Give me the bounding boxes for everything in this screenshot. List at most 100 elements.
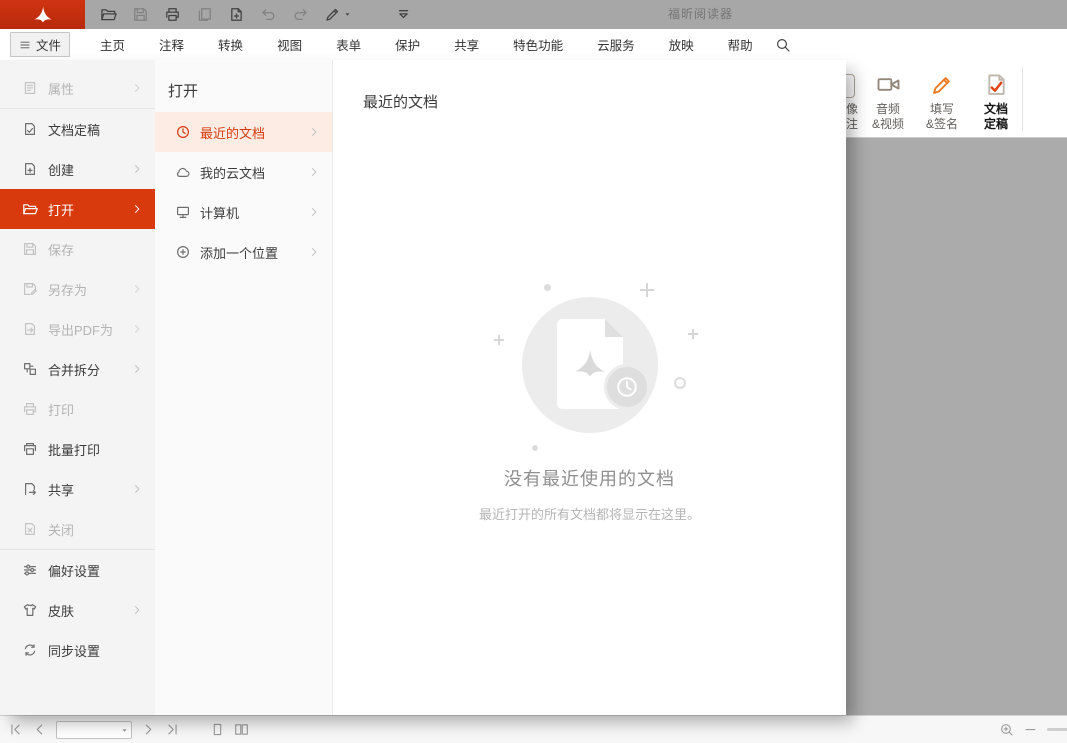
ribbon-partial-label-line2: 注 [846, 117, 858, 132]
ribbon-label: &视频 [872, 117, 904, 132]
decoration-dot-icon [532, 445, 538, 451]
preferences-icon [22, 562, 38, 578]
file-menu-item-label: 偏好设置 [48, 561, 100, 580]
title-bar: 福昕阅读器 [0, 0, 1067, 29]
menu-tab-1[interactable]: 注释 [159, 35, 184, 54]
cloud-icon [175, 164, 191, 180]
menu-tabs: 主页 注释 转换 视图 表单 保护 共享 特色功能 云服务 放映 帮助 [100, 35, 753, 54]
foxit-logo[interactable] [0, 0, 85, 29]
file-menu-item-label: 批量打印 [48, 440, 100, 459]
open-panel-item-label: 添加一个位置 [200, 243, 278, 262]
video-icon [876, 72, 901, 97]
prev-page-icon [32, 722, 47, 737]
hand-signature-button[interactable] [324, 6, 352, 23]
file-menu-item-12: 关闭 [0, 509, 155, 549]
file-menu-item-16[interactable]: 同步设置 [0, 630, 155, 670]
ribbon-item-audio-video[interactable]: 音频&视频 [862, 72, 914, 132]
file-menu-item-label: 打印 [48, 400, 74, 419]
menu-tab-3[interactable]: 视图 [277, 35, 302, 54]
menu-tab-9[interactable]: 放映 [669, 35, 694, 54]
chevron-right-icon [308, 126, 320, 138]
open-file-button[interactable] [100, 6, 117, 23]
facing-page-view-button[interactable] [234, 722, 249, 737]
file-menu-item-label: 皮肤 [48, 601, 74, 620]
ribbon-label: 音频 [872, 102, 904, 117]
zoom-out-button[interactable] [1023, 722, 1038, 737]
undo-button [260, 6, 277, 23]
hamburger-icon [19, 39, 31, 51]
chevron-right-icon [131, 283, 143, 295]
customize-quick-access-button[interactable] [395, 6, 412, 23]
decoration-plus-icon [688, 329, 698, 339]
file-menu-item-10[interactable]: 批量打印 [0, 429, 155, 469]
open-panel-item-3[interactable]: 添加一个位置 [155, 232, 332, 272]
caret-down-icon [343, 10, 352, 19]
file-menu-item-15[interactable]: 皮肤 [0, 590, 155, 630]
open-panel-item-1[interactable]: 我的云文档 [155, 152, 332, 192]
redo-button [292, 6, 309, 23]
recent-clock-badge [604, 364, 650, 410]
file-menu-item-label: 关闭 [48, 520, 74, 539]
open-panel-item-label: 最近的文档 [200, 123, 265, 142]
open-panel-item-0[interactable]: 最近的文档 [155, 112, 332, 152]
file-menu-button[interactable]: 文件 [10, 32, 70, 57]
next-page-button[interactable] [141, 722, 156, 737]
pages-icon [196, 6, 213, 23]
menu-tab-2[interactable]: 转换 [218, 35, 243, 54]
properties-icon [22, 80, 38, 96]
open-panel-item-2[interactable]: 计算机 [155, 192, 332, 232]
save-as-icon [22, 281, 38, 297]
print-button[interactable] [164, 6, 181, 23]
new-document-button[interactable] [228, 6, 245, 23]
file-menu-item-label: 同步设置 [48, 641, 100, 660]
menu-tab-4[interactable]: 表单 [336, 35, 361, 54]
last-page-button[interactable] [165, 722, 180, 737]
chevron-right-icon [131, 604, 143, 616]
ribbon-label: 填写 [926, 102, 958, 117]
file-menu-button-label: 文件 [36, 35, 61, 54]
file-menu-item-3[interactable]: 创建 [0, 149, 155, 189]
file-menu-item-label: 合并拆分 [48, 360, 100, 379]
marquee-zoom-button[interactable] [999, 722, 1014, 737]
menu-tab-0[interactable]: 主页 [100, 35, 125, 54]
chevron-right-icon [308, 246, 320, 258]
ribbon-label: 定稿 [984, 117, 1008, 132]
file-menu-item-8[interactable]: 合并拆分 [0, 349, 155, 389]
file-menu-item-5: 保存 [0, 229, 155, 269]
first-page-button[interactable] [8, 722, 23, 737]
bird-icon [32, 5, 54, 25]
menu-tab-6[interactable]: 共享 [454, 35, 479, 54]
ribbon-item-doc-finalize[interactable]: 文档定稿 [970, 72, 1022, 132]
clock-icon [175, 124, 191, 140]
menu-tab-7[interactable]: 特色功能 [513, 35, 563, 54]
zoom-slider[interactable] [1047, 728, 1067, 731]
decoration-plus-icon [494, 335, 504, 345]
chevron-right-icon [131, 483, 143, 495]
file-menu-item-label: 导出PDF为 [48, 320, 113, 339]
save-button [132, 6, 149, 23]
file-menu-item-label: 创建 [48, 160, 74, 179]
page-single-icon [210, 722, 225, 737]
menu-tab-8[interactable]: 云服务 [597, 35, 635, 54]
file-menu-item-4[interactable]: 打开 [0, 189, 155, 229]
menu-tab-10[interactable]: 帮助 [728, 35, 753, 54]
ribbon-item-fill-sign[interactable]: 填写&签名 [916, 72, 968, 132]
prev-page-button[interactable] [32, 722, 47, 737]
file-menu-item-14[interactable]: 偏好设置 [0, 550, 155, 590]
doc-new-icon [228, 6, 245, 23]
search-icon[interactable] [775, 37, 791, 53]
create-icon [22, 161, 38, 177]
open-panel-item-label: 我的云文档 [200, 163, 265, 182]
clipped-ribbon-icon [846, 74, 855, 98]
page-number-input[interactable] [56, 721, 132, 739]
menu-bar: 文件 主页 注释 转换 视图 表单 保护 共享 特色功能 云服务 放映 帮助 [0, 29, 1067, 60]
menu-tab-5[interactable]: 保护 [395, 35, 420, 54]
ribbon-item-partial[interactable]: 像 注 [846, 72, 858, 132]
file-menu-item-label: 保存 [48, 240, 74, 259]
file-menu-item-2[interactable]: 文档定稿 [0, 109, 155, 149]
computer-icon [175, 204, 191, 220]
app-title: 福昕阅读器 [668, 0, 733, 29]
single-page-view-button[interactable] [210, 722, 225, 737]
chevron-right-icon [308, 206, 320, 218]
file-menu-item-11[interactable]: 共享 [0, 469, 155, 509]
